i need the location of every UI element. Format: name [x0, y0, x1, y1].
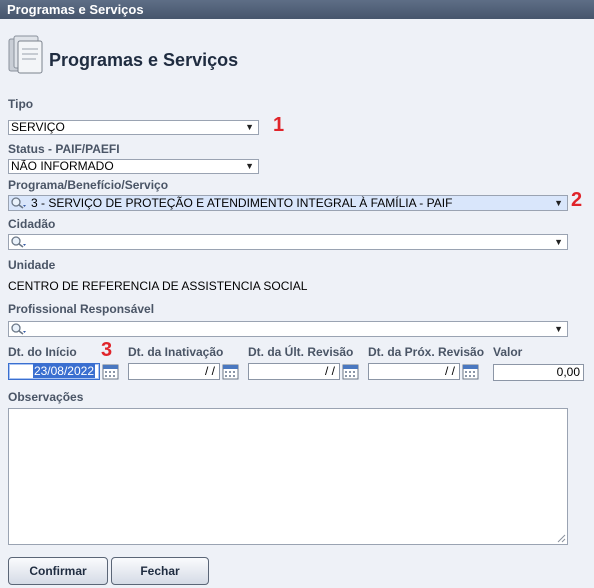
- status-value: NÃO INFORMADO: [11, 159, 114, 173]
- programa-value: 3 - SERVIÇO DE PROTEÇÃO E ATENDIMENTO IN…: [31, 196, 453, 210]
- dt-prox-revisao-value: / /: [444, 364, 455, 378]
- programa-lookup[interactable]: 3 - SERVIÇO DE PROTEÇÃO E ATENDIMENTO IN…: [8, 195, 568, 211]
- annotation-marker-2: 2: [571, 189, 583, 211]
- dt-ult-revisao-value: / /: [324, 364, 335, 378]
- unidade-label: Unidade: [8, 258, 56, 272]
- search-icon: [11, 236, 26, 248]
- profissional-lookup[interactable]: ▼: [8, 321, 568, 337]
- dt-ult-revisao-input[interactable]: / /: [248, 363, 340, 380]
- cidadao-lookup[interactable]: ▼: [8, 234, 568, 250]
- status-label: Status - PAIF/PAEFI: [8, 142, 120, 156]
- confirm-button[interactable]: Confirmar: [8, 557, 108, 585]
- status-select[interactable]: NÃO INFORMADO ▼: [8, 159, 259, 174]
- annotation-marker-1: 1: [273, 114, 285, 136]
- calendar-icon[interactable]: [342, 363, 359, 380]
- document-stack-icon: [8, 35, 43, 74]
- window-titlebar: Programas e Serviços: [0, 0, 594, 19]
- calendar-icon[interactable]: [222, 363, 239, 380]
- resize-grip-icon[interactable]: [557, 534, 566, 543]
- close-button[interactable]: Fechar: [111, 557, 209, 585]
- search-icon: [11, 197, 26, 209]
- dt-inicio-input[interactable]: 23/08/2022: [8, 363, 100, 380]
- dt-inicio-value: 23/08/2022: [32, 364, 95, 378]
- tipo-select[interactable]: SERVIÇO ▼: [8, 120, 259, 135]
- dt-ult-revisao-label: Dt. da Últ. Revisão: [248, 345, 354, 359]
- annotation-marker-3: 3: [101, 339, 113, 361]
- tipo-label: Tipo: [8, 97, 34, 111]
- valor-input[interactable]: 0,00: [493, 364, 584, 381]
- profissional-label: Profissional Responsável: [8, 302, 155, 316]
- dt-inativacao-input[interactable]: / /: [128, 363, 220, 380]
- dt-prox-revisao-label: Dt. da Próx. Revisão: [368, 345, 485, 359]
- programa-label: Programa/Benefício/Serviço: [8, 178, 169, 192]
- unidade-value: CENTRO DE REFERENCIA DE ASSISTENCIA SOCI…: [8, 279, 308, 293]
- cidadao-label: Cidadão: [8, 217, 56, 231]
- chevron-down-icon: ▼: [554, 324, 563, 334]
- page-title: Programas e Serviços: [49, 50, 239, 70]
- tipo-value: SERVIÇO: [11, 120, 65, 134]
- observacoes-label: Observações: [8, 390, 84, 404]
- search-icon: [11, 323, 26, 335]
- calendar-icon[interactable]: [102, 363, 119, 380]
- dt-prox-revisao-input[interactable]: / /: [368, 363, 460, 380]
- valor-label: Valor: [493, 345, 523, 359]
- chevron-down-icon: ▼: [554, 198, 563, 208]
- observacoes-textarea[interactable]: [8, 408, 568, 545]
- dt-inativacao-label: Dt. da Inativação: [128, 345, 224, 359]
- dt-inativacao-value: / /: [204, 364, 215, 378]
- chevron-down-icon: ▼: [245, 122, 254, 132]
- chevron-down-icon: ▼: [554, 237, 563, 247]
- chevron-down-icon: ▼: [245, 161, 254, 171]
- calendar-icon[interactable]: [462, 363, 479, 380]
- dt-inicio-label: Dt. do Início: [8, 345, 77, 359]
